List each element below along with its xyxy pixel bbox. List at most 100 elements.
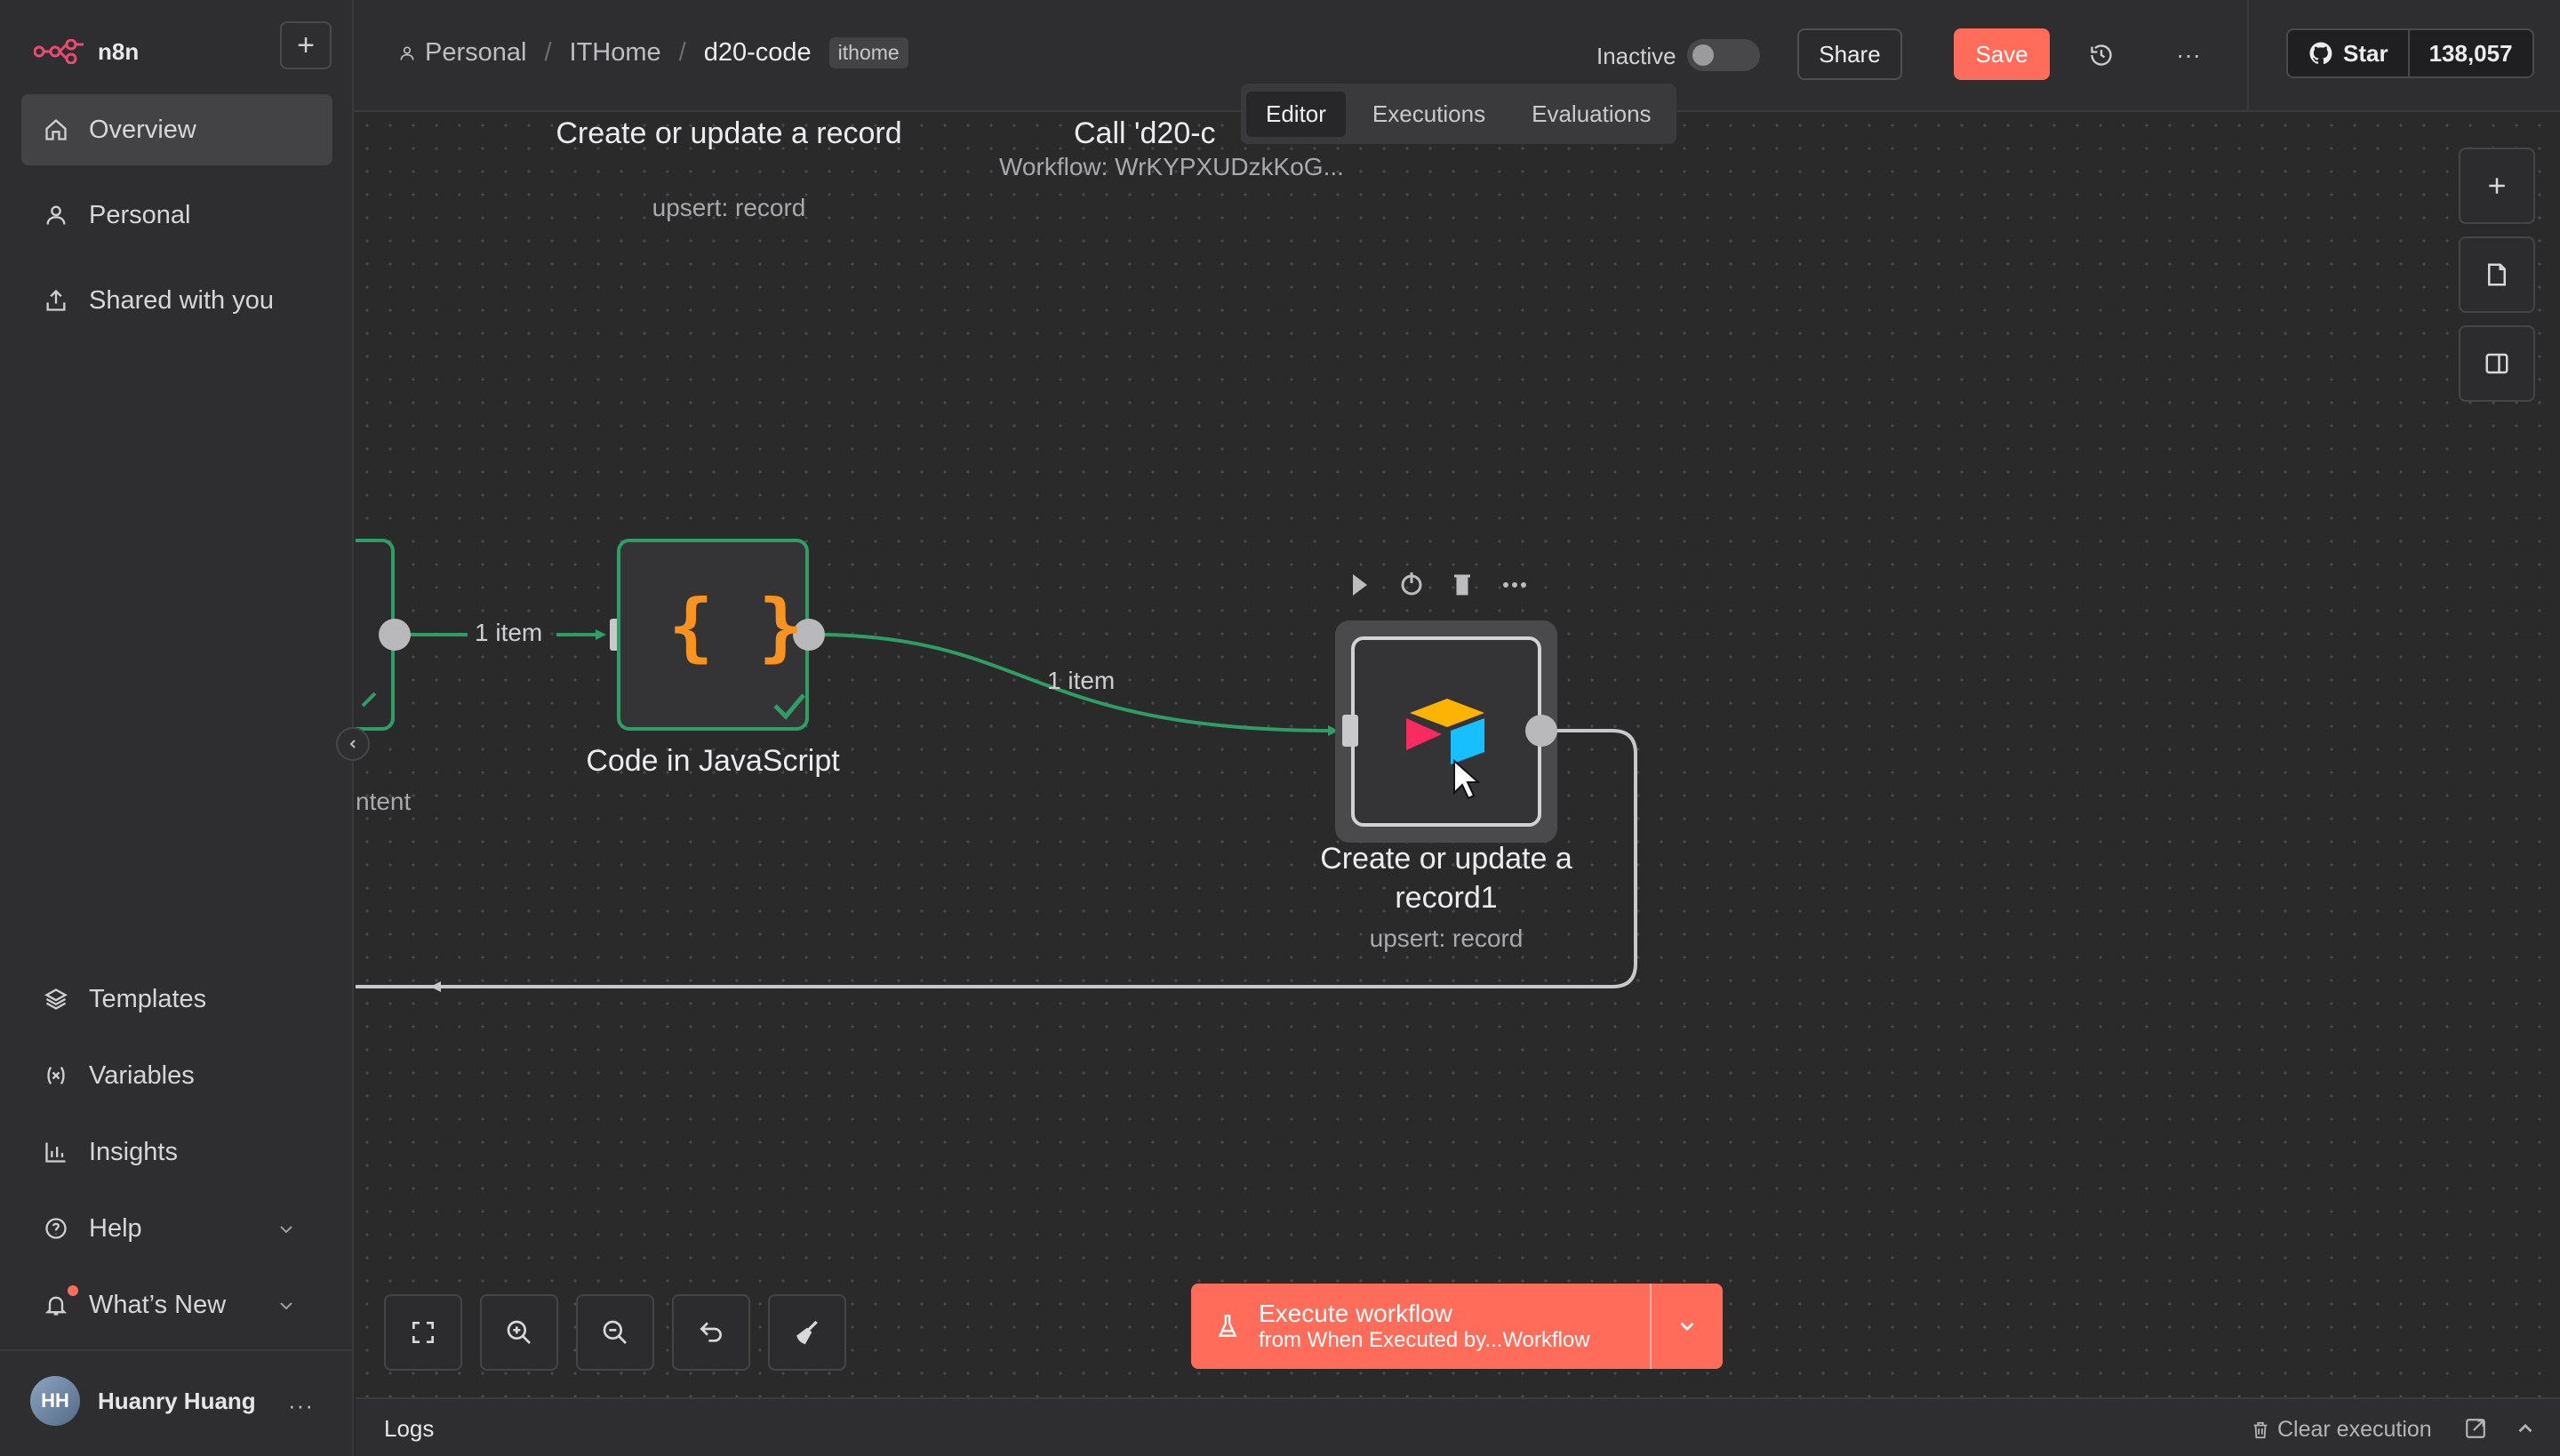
tab-evaluations[interactable]: Evaluations	[1512, 92, 1670, 137]
share-button[interactable]: Share	[1797, 28, 1902, 80]
breadcrumb-personal-label: Personal	[425, 38, 527, 67]
user-menu[interactable]: HH Huanry Huang	[30, 1376, 256, 1426]
insights-icon	[43, 1139, 69, 1165]
notification-dot	[68, 1285, 78, 1296]
workflow-name[interactable]: d20-code	[704, 38, 812, 68]
undo-icon	[700, 1322, 722, 1342]
user-more-icon[interactable]: ···	[288, 1392, 314, 1420]
variables-icon	[43, 1062, 69, 1089]
sidebar-item-whats-new[interactable]: What’s New	[21, 1269, 332, 1340]
node-toolbar[interactable]	[1353, 572, 1526, 596]
breadcrumb-personal[interactable]: Personal	[398, 38, 526, 68]
create-button[interactable]: +	[280, 21, 332, 69]
node-title: Code in JavaScript	[586, 744, 840, 778]
tidy-up-button[interactable]	[768, 1294, 846, 1371]
fit-view-button[interactable]	[384, 1294, 462, 1371]
zoom-in-button[interactable]	[480, 1294, 558, 1371]
share-icon	[43, 287, 69, 314]
panel-toggle-button[interactable]	[2459, 325, 2535, 402]
zoom-out-icon	[603, 1320, 627, 1344]
zoom-controls	[384, 1294, 846, 1371]
sidebar-collapse-button[interactable]	[336, 727, 370, 761]
sidebar-item-label: Templates	[89, 984, 207, 1013]
breadcrumb-separator: /	[678, 38, 686, 67]
edge-label: 1 item	[1047, 667, 1116, 694]
sidebar-item-shared[interactable]: Shared with you	[21, 265, 332, 336]
execute-workflow-button[interactable]: Execute workflow from When Executed by..…	[1191, 1284, 1723, 1369]
n8n-logo[interactable]: n8n	[34, 36, 139, 68]
divider	[0, 1349, 354, 1351]
sidebar-item-personal[interactable]: Personal	[21, 180, 332, 251]
home-icon	[43, 116, 69, 143]
sidebar-item-label: Overview	[89, 115, 196, 144]
more-icon[interactable]: ···	[2169, 39, 2208, 71]
panel-icon	[2485, 353, 2508, 374]
input-handle[interactable]	[1342, 715, 1358, 747]
airtable-node[interactable]	[1351, 636, 1541, 827]
bell-icon	[43, 1292, 69, 1318]
edge-label: 1 item	[475, 619, 543, 646]
pop-out-icon[interactable]	[2464, 1417, 2487, 1444]
output-handle[interactable]	[1525, 715, 1557, 747]
flask-icon	[1218, 1315, 1237, 1337]
chevron-down-icon	[276, 1294, 297, 1324]
tab-editor[interactable]: Editor	[1246, 91, 1346, 137]
execute-options-button[interactable]	[1652, 1284, 1723, 1369]
save-button[interactable]: Save	[1954, 28, 2050, 80]
sidebar-item-variables[interactable]: Variables	[21, 1040, 332, 1111]
sticky-note-button[interactable]	[2459, 236, 2535, 313]
node-subtitle: ntent	[356, 788, 412, 815]
user-icon	[400, 46, 414, 60]
code-icon: { }	[668, 583, 804, 670]
node-subtitle: upsert: record	[1369, 924, 1524, 952]
undo-button[interactable]	[672, 1294, 750, 1371]
sticky-note-icon	[2488, 263, 2506, 286]
sidebar-item-help[interactable]: Help	[21, 1193, 332, 1264]
canvas-tools	[2459, 148, 2535, 402]
github-star-button[interactable]: Star 138,057	[2286, 28, 2534, 78]
active-toggle[interactable]	[1687, 39, 1760, 71]
chevron-down-icon	[276, 1218, 297, 1247]
status-label: Inactive	[1596, 43, 1676, 69]
more-icon	[1503, 582, 1508, 588]
zoom-in-icon	[507, 1320, 531, 1344]
broom-icon	[796, 1320, 818, 1345]
workflow-canvas[interactable]: 1 item 1 item { } Create or update a rec…	[356, 114, 2560, 1397]
trash-icon	[2253, 1421, 2268, 1438]
breadcrumb: Personal / ITHome / d20-code ithome	[398, 37, 908, 68]
sidebar-item-insights[interactable]: Insights	[21, 1116, 332, 1188]
breadcrumb-project[interactable]: ITHome	[570, 38, 661, 68]
sidebar-item-label: Insights	[89, 1137, 178, 1166]
templates-icon	[43, 986, 69, 1012]
node-title: Call 'd20-c	[1074, 116, 1216, 150]
sidebar-item-label: Help	[89, 1213, 142, 1243]
view-tabs: Editor Executions Evaluations	[1241, 84, 1676, 144]
sidebar-item-overview[interactable]: Overview	[21, 94, 332, 165]
node-subtitle: upsert: record	[652, 194, 806, 221]
logs-label: Logs	[384, 1415, 435, 1442]
fullscreen-icon	[412, 1322, 434, 1343]
trash-icon	[1454, 574, 1470, 596]
history-icon[interactable]	[2082, 36, 2121, 75]
execute-title: Execute workflow	[1259, 1300, 1452, 1327]
sidebar-item-label: Personal	[89, 200, 191, 229]
workflow-tag[interactable]: ithome	[828, 37, 908, 68]
clear-execution-button[interactable]: Clear execution	[2251, 1417, 2432, 1443]
tab-executions[interactable]: Executions	[1353, 92, 1505, 137]
add-node-button[interactable]	[2459, 148, 2535, 224]
app-name: n8n	[98, 37, 140, 65]
plus-icon	[2489, 178, 2505, 194]
node-subtitle: Workflow: WrKYPXUDzkKoG...	[999, 153, 1344, 180]
play-icon	[1353, 574, 1367, 596]
output-handle[interactable]	[379, 619, 411, 651]
logs-bar[interactable]: Logs Clear execution	[356, 1397, 2560, 1456]
execute-subtitle: from When Executed by...Workflow	[1259, 1328, 1590, 1352]
divider	[2247, 0, 2249, 112]
node-title: Create or update a record1	[1320, 842, 1572, 915]
sidebar-item-templates[interactable]: Templates	[21, 964, 332, 1035]
zoom-out-button[interactable]	[576, 1294, 654, 1371]
github-icon	[2309, 42, 2332, 65]
chevron-up-icon[interactable]	[2514, 1417, 2537, 1444]
github-star-label: Star	[2343, 39, 2388, 67]
user-icon	[43, 202, 69, 228]
